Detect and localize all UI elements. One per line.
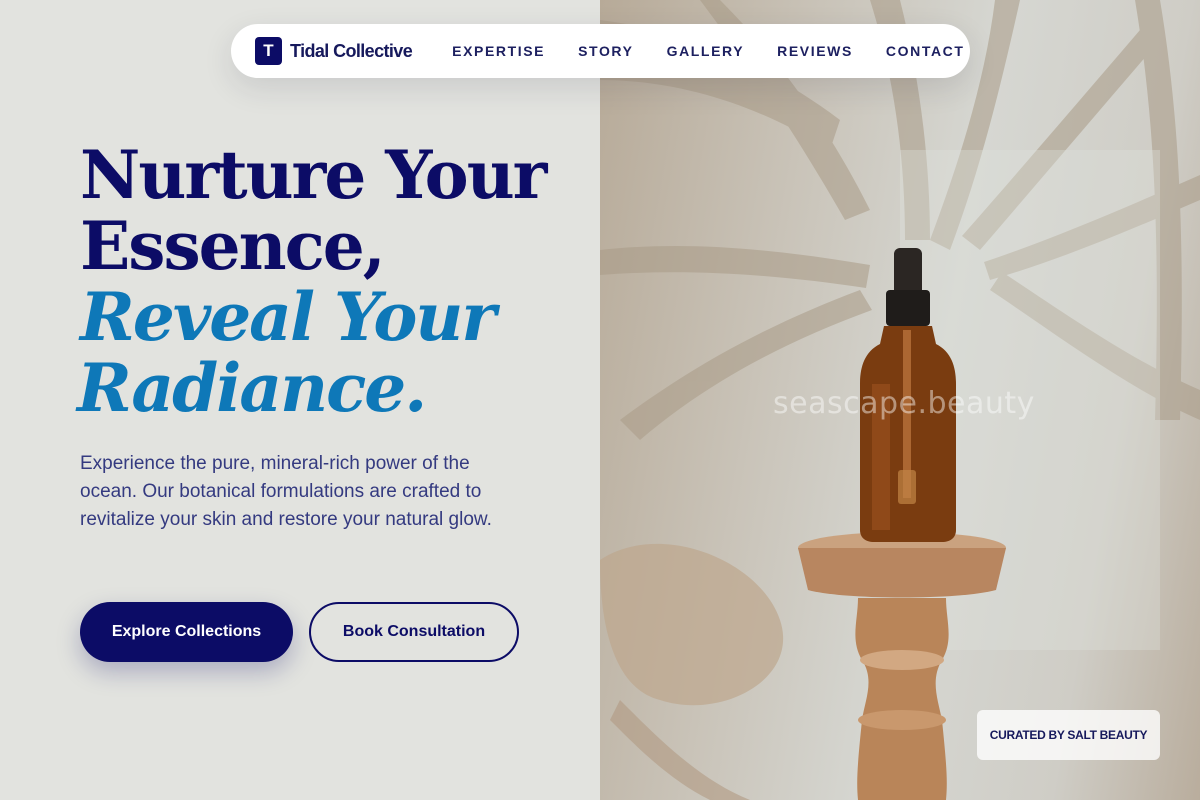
hero-product-image: seascape.beauty [600,0,1200,800]
nav-link-reviews[interactable]: REVIEWS [777,43,853,59]
hero-description: Experience the pure, mineral-rich power … [80,453,492,530]
top-navbar: T Tidal Collective EXPERTISE STORY GALLE… [231,24,970,78]
brand-logo[interactable]: T Tidal Collective [255,37,413,65]
headline-line-1: Nurture Your [80,136,547,214]
headline-line-3: Reveal Your [80,278,496,356]
explore-collections-button[interactable]: Explore Collections [80,602,293,662]
hero-headline: Nurture Your Essence, Reveal Your Radian… [77,136,547,427]
curated-badge: CURATED BY SALT BEAUTY [977,710,1160,760]
nav-links: EXPERTISE STORY GALLERY REVIEWS CONTACT [452,43,964,59]
nav-link-contact[interactable]: CONTACT [886,43,965,59]
nav-link-story[interactable]: STORY [578,43,633,59]
headline-line-4: Radiance. [77,349,427,427]
nav-link-gallery[interactable]: GALLERY [667,43,745,59]
book-consultation-button[interactable]: Book Consultation [309,602,519,662]
headline-line-2: Essence, [80,207,386,285]
wooden-pedestal [798,532,1006,800]
nav-link-expertise[interactable]: EXPERTISE [452,43,545,59]
watermark-text: seascape.beauty [773,386,1035,421]
brand-name: Tidal Collective [290,40,413,61]
brand-mark-icon: T [255,37,282,65]
